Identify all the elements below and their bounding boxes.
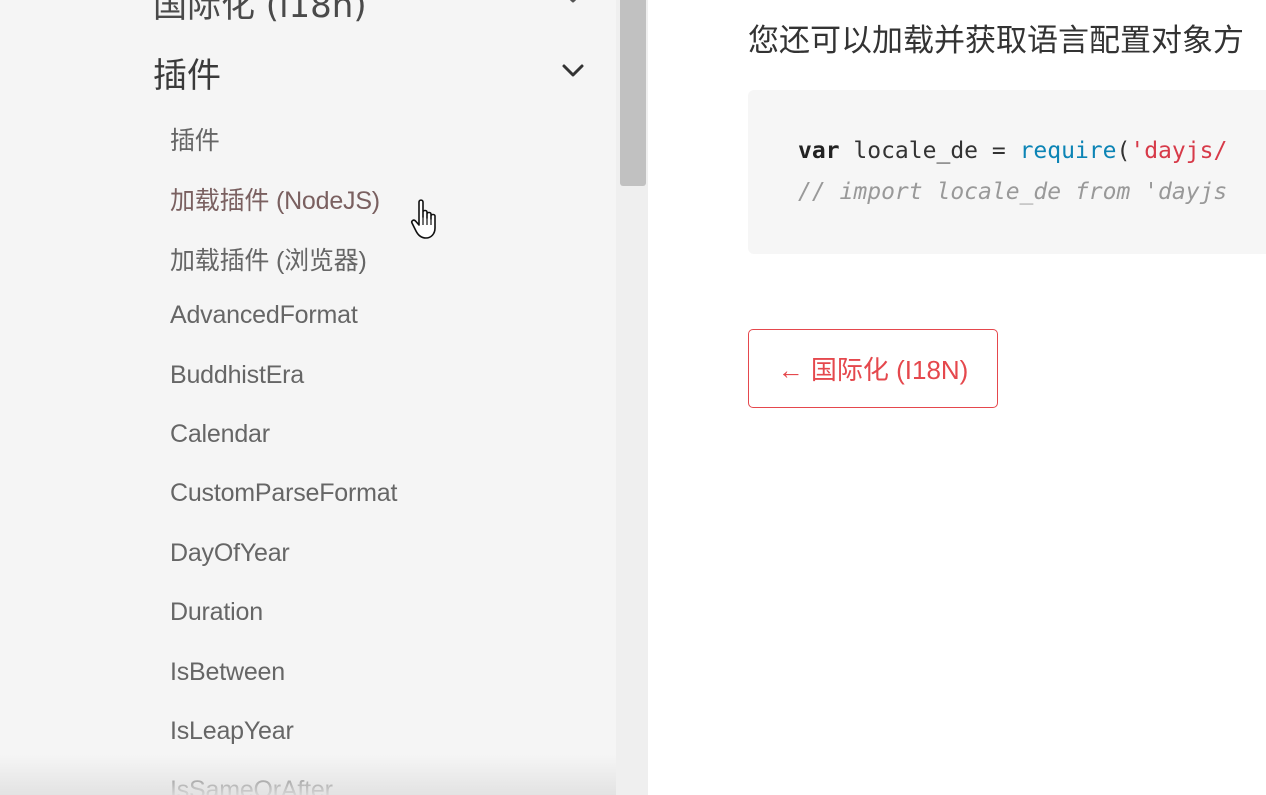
scrollbar-thumb[interactable] <box>620 0 646 186</box>
category-title-i18n[interactable]: 国际化 (i18n) <box>153 0 367 27</box>
code-line-1: var locale_de = require('dayjs/ <box>798 138 1227 164</box>
sidebar-item-customparseformat[interactable]: CustomParseFormat <box>170 479 397 508</box>
sidebar-item-plugins[interactable]: 插件 <box>170 121 220 157</box>
sidebar-item-duration[interactable]: Duration <box>170 598 263 627</box>
code-function: require <box>1019 138 1117 164</box>
main-content: 您还可以加载并获取语言配置对象方 var locale_de = require… <box>648 0 1266 795</box>
prev-page-button[interactable]: ← 国际化 (I18N) <box>748 329 998 408</box>
sidebar-item-buddhistera[interactable]: BuddhistEra <box>170 361 304 390</box>
code-string: 'dayjs/ <box>1130 138 1228 164</box>
sidebar-item-dayofyear[interactable]: DayOfYear <box>170 539 290 568</box>
sidebar-item-issameorafter[interactable]: IsSameOrAfter <box>170 776 333 795</box>
chevron-down-icon[interactable] <box>558 56 588 86</box>
sidebar: 国际化 (i18n) 插件 插件 加载插件 (NodeJS) 加载插件 (浏览器… <box>0 0 616 795</box>
sidebar-item-load-plugin-browser[interactable]: 加载插件 (浏览器) <box>170 241 367 277</box>
code-comment: // import locale_de from 'dayjs <box>798 179 1228 205</box>
sidebar-item-isleapyear[interactable]: IsLeapYear <box>170 717 294 746</box>
code-block: var locale_de = require('dayjs/ // impor… <box>748 90 1266 254</box>
code-plain: locale_de = <box>839 138 1020 164</box>
prev-page-label: ← 国际化 (I18N) <box>777 355 969 385</box>
sidebar-item-load-plugin-nodejs[interactable]: 加载插件 (NodeJS) <box>170 181 380 217</box>
code-keyword: var <box>798 138 840 164</box>
hand-pointer-icon <box>410 199 436 239</box>
category-title-plugins[interactable]: 插件 <box>153 48 221 97</box>
sidebar-item-calendar[interactable]: Calendar <box>170 420 270 449</box>
chevron-down-icon[interactable] <box>558 0 588 12</box>
code-paren: ( <box>1116 138 1131 164</box>
intro-paragraph: 您还可以加载并获取语言配置对象方 <box>748 23 1244 59</box>
sidebar-item-isbetween[interactable]: IsBetween <box>170 658 285 687</box>
sidebar-item-advancedformat[interactable]: AdvancedFormat <box>170 301 358 330</box>
